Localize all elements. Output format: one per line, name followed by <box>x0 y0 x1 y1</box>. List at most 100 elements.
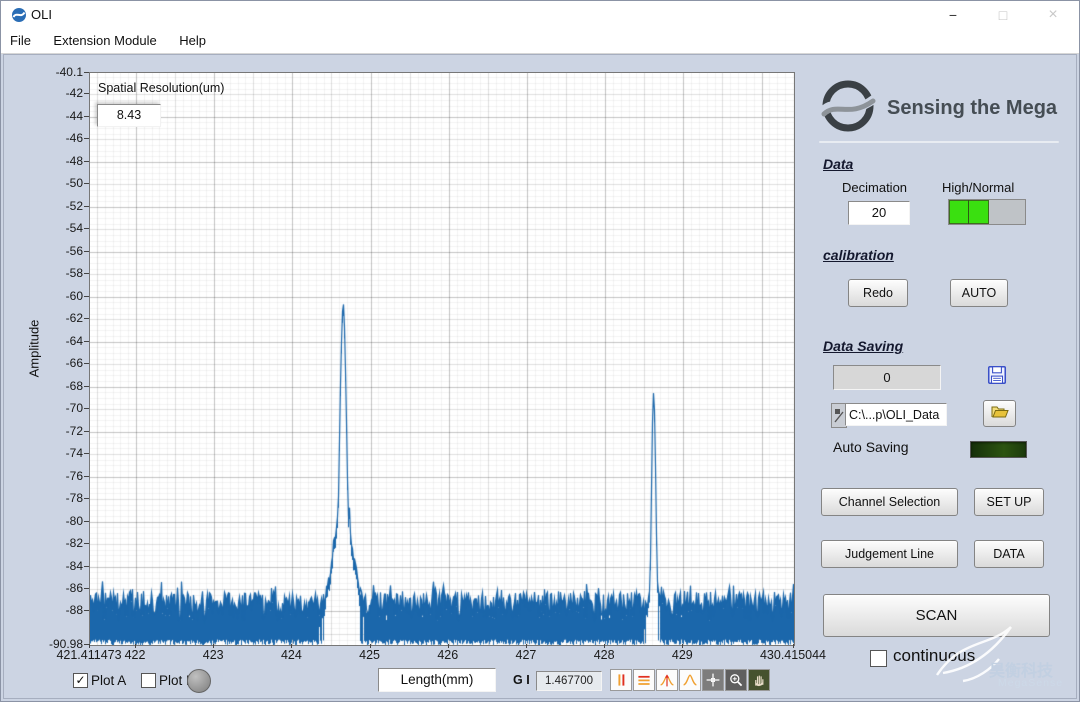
menu-item-file[interactable]: File <box>1 29 40 52</box>
y-tick-label: -46 <box>65 131 83 146</box>
pan-hand-icon <box>755 675 764 687</box>
horizontal-cursors-tool-button[interactable] <box>633 669 655 691</box>
gi-value-box[interactable]: 1.467700 <box>536 671 602 691</box>
y-tick-label: -60 <box>65 288 83 303</box>
y-tick-label: -82 <box>65 536 83 551</box>
y-tick-mark <box>84 205 89 207</box>
y-tick-label: -88 <box>65 603 83 618</box>
continuous-checkbox[interactable] <box>870 650 887 667</box>
x-tick-mark <box>604 644 606 648</box>
y-tick-label: -54 <box>65 221 83 236</box>
high-normal-label: High/Normal <box>942 180 1015 195</box>
app-logo-icon <box>12 8 26 22</box>
y-tick-mark <box>84 475 89 477</box>
x-tick-label: 425 <box>359 648 380 662</box>
close-button[interactable]: × <box>1035 1 1071 29</box>
auto-saving-led[interactable] <box>970 441 1027 458</box>
y-tick-label: -70 <box>65 401 83 416</box>
x-tick-label: 430.415044 <box>759 648 827 662</box>
x-tick-label: 423 <box>202 648 224 662</box>
y-tick-mark <box>84 138 89 140</box>
y-tick-label: -42 <box>65 86 83 101</box>
y-tick-label: -52 <box>65 198 83 213</box>
decimation-label: Decimation <box>842 180 908 195</box>
y-tick-mark <box>84 565 89 567</box>
x-tick-mark <box>369 644 371 648</box>
y-tick-mark <box>84 160 89 162</box>
x-tick-label: 424 <box>280 648 302 662</box>
crosshair-cursor-tool-button[interactable] <box>702 669 724 691</box>
y-tick-label: -84 <box>65 558 83 573</box>
plot-b-checkbox[interactable] <box>141 673 156 688</box>
y-tick-mark <box>84 93 89 95</box>
x-tick-mark <box>525 644 527 648</box>
x-tick-mark <box>213 644 215 648</box>
brand-text: Sensing the Mega <box>887 97 1058 119</box>
y-tick-label: -66 <box>65 356 83 371</box>
gi-label: G I <box>513 673 530 687</box>
calibration-section-title: calibration <box>823 247 894 263</box>
y-tick-mark <box>84 295 89 297</box>
channel-selection-button[interactable]: Channel Selection <box>821 488 958 516</box>
window-title: OLI <box>31 7 52 22</box>
y-tick-label: -48 <box>65 153 83 168</box>
y-tick-mark <box>84 520 89 522</box>
minimize-button[interactable]: − <box>935 1 971 29</box>
graph-tools-palette <box>610 669 770 691</box>
vertical-cursors-icon <box>618 674 625 686</box>
crosshair-cursor-icon <box>706 673 720 687</box>
length-unit-box[interactable]: Length(mm) <box>378 668 496 692</box>
y-tick-mark <box>84 363 89 365</box>
y-tick-mark <box>84 610 89 612</box>
slider-handle[interactable] <box>949 200 989 224</box>
open-folder-icon <box>991 406 1009 418</box>
y-tick-label: -72 <box>65 423 83 438</box>
y-tick-mark <box>84 588 89 589</box>
pan-hand-tool-button[interactable] <box>748 669 770 691</box>
browse-folder-button[interactable] <box>983 400 1016 427</box>
checkmark-icon: ✓ <box>75 673 86 687</box>
y-tick-label: -76 <box>65 468 83 483</box>
y-tick-label: -40.1 <box>55 65 83 79</box>
curve-fit-icon <box>683 674 697 686</box>
x-tick-label: 429 <box>671 648 693 662</box>
y-tick-mark <box>84 453 89 455</box>
y-tick-mark <box>84 273 89 275</box>
y-tick-mark <box>84 115 89 117</box>
brand-logo-icon <box>819 80 877 132</box>
y-tick-label: -78 <box>65 491 83 506</box>
waveform-canvas[interactable] <box>90 73 794 645</box>
y-tick-mark <box>84 250 89 252</box>
y-tick-mark <box>84 498 89 500</box>
set-up-button[interactable]: SET UP <box>974 488 1044 516</box>
knob-control[interactable] <box>187 669 211 693</box>
menu-item-help[interactable]: Help <box>170 29 215 52</box>
y-tick-mark <box>84 183 89 185</box>
x-tick-mark <box>291 644 293 648</box>
peak-marker-tool-button[interactable] <box>656 669 678 691</box>
vertical-cursors-tool-button[interactable] <box>610 669 632 691</box>
y-tick-label: -62 <box>65 311 83 326</box>
y-tick-label: -80 <box>65 513 83 528</box>
auto-button[interactable]: AUTO <box>950 279 1008 307</box>
x-tick-mark <box>447 644 449 648</box>
maximize-button[interactable]: □ <box>985 1 1021 29</box>
save-counter-box: 0 <box>833 365 941 390</box>
decimation-input[interactable]: 20 <box>848 201 910 225</box>
save-icon[interactable] <box>986 364 1008 386</box>
x-tick-mark <box>135 644 137 648</box>
menu-item-extension-module[interactable]: Extension Module <box>44 29 165 52</box>
plot-area[interactable] <box>89 72 795 646</box>
curve-fit-tool-button[interactable] <box>679 669 701 691</box>
judgement-line-button[interactable]: Judgement Line <box>821 540 958 568</box>
redo-button[interactable]: Redo <box>848 279 908 307</box>
watermark-brand-name: MegaSense <box>998 677 1064 689</box>
plot-a-checkbox[interactable]: ✓ <box>73 673 88 688</box>
y-tick-label: -68 <box>65 378 83 393</box>
zoom-tool-button[interactable] <box>725 669 747 691</box>
save-path-input[interactable]: C:\...p\OLI_Data <box>845 403 947 426</box>
y-tick-mark <box>84 543 89 545</box>
data-button[interactable]: DATA <box>974 540 1044 568</box>
high-normal-slider[interactable] <box>948 199 1026 225</box>
spatial-resolution-value: 8.43 <box>97 104 161 127</box>
